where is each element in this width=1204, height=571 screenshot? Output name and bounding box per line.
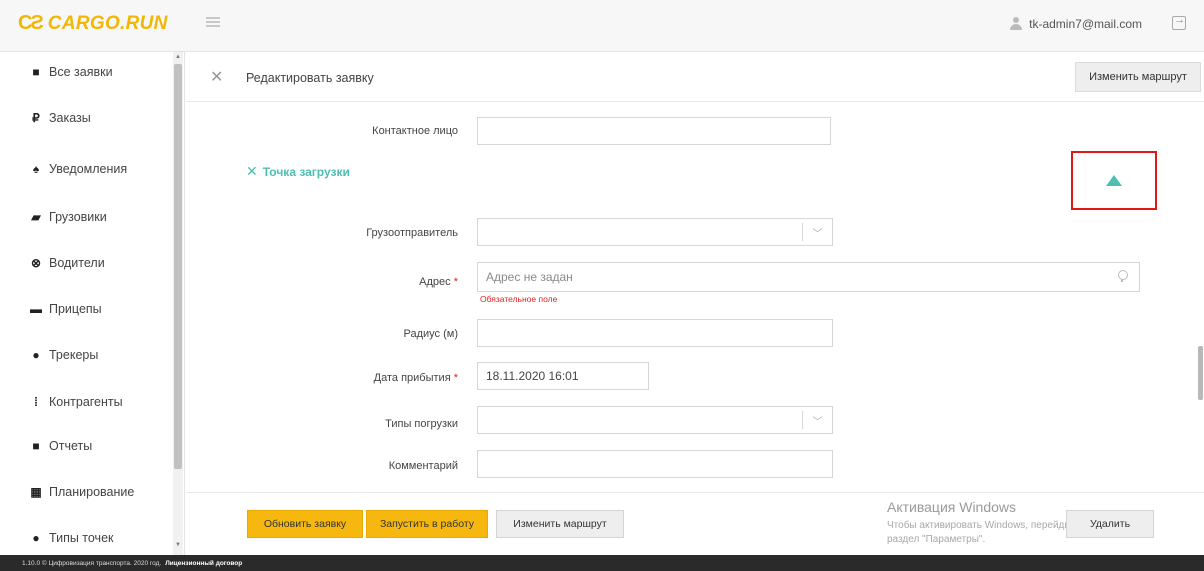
top-header: CƧ CARGO.RUN tk-admin7@mail.com — [0, 0, 1204, 52]
sidebar-item-drivers[interactable]: ⊗ Водители — [28, 253, 105, 273]
map-pin-icon: ● — [32, 348, 40, 362]
shipper-select[interactable]: ﹀ — [477, 218, 833, 246]
sidebar-item-label: Планирование — [49, 485, 135, 499]
sidebar-item-contractors[interactable]: ⁞ Контрагенты — [28, 392, 123, 412]
sidebar-item-orders[interactable]: ₽ Заказы — [28, 108, 91, 128]
update-request-button[interactable]: Обновить заявку — [247, 510, 363, 538]
edit-header: ✕ Редактировать заявку Изменить маршрут — [186, 52, 1204, 102]
steering-wheel-icon: ⊗ — [30, 256, 42, 270]
shipper-label: Грузоотправитель — [366, 227, 458, 239]
loading-types-label: Типы погрузки — [385, 418, 458, 430]
copyright-text: 1.10.0 © Цифровизация транспорта. 2020 г… — [22, 559, 162, 567]
contractors-icon: ⁞ — [34, 395, 38, 409]
requests-icon: ■ — [32, 65, 40, 79]
calendar-icon: ▦ — [30, 485, 42, 499]
sidebar-item-label: Контрагенты — [49, 395, 123, 409]
app-logo[interactable]: CƧ CARGO.RUN — [18, 12, 168, 35]
sidebar-item-label: Заказы — [49, 111, 91, 125]
address-label: Адрес * — [419, 276, 458, 288]
sidebar-item-label: Водители — [49, 256, 105, 270]
logout-icon[interactable] — [1172, 14, 1186, 30]
action-bar: Обновить заявку Запустить в работу Измен… — [186, 492, 1204, 555]
main-panel: ✕ Редактировать заявку Изменить маршрут … — [186, 52, 1204, 555]
sidebar-item-label: Типы точек — [49, 531, 114, 545]
logo-text: CARGO.RUN — [47, 12, 168, 34]
address-error-text: Обязательное поле — [480, 294, 558, 304]
sidebar-item-label: Трекеры — [49, 348, 99, 362]
sidebar-item-point-types[interactable]: ● Типы точек — [28, 528, 114, 548]
map-pin-icon: ● — [32, 531, 40, 545]
loading-types-select[interactable]: ﹀ — [477, 406, 833, 434]
report-icon: ■ — [32, 439, 40, 453]
triangle-up-icon — [1106, 175, 1122, 186]
scroll-up-arrow-icon[interactable]: ▲ — [175, 54, 181, 60]
arrival-date-field[interactable]: 18.11.2020 16:01 — [477, 362, 649, 390]
chevron-down-icon: ﹀ — [802, 223, 832, 241]
close-icon[interactable]: ✕ — [210, 67, 223, 87]
bell-icon: ♠ — [32, 162, 40, 176]
close-section-icon: ✕ — [246, 163, 258, 179]
page-title: Редактировать заявку — [246, 71, 374, 85]
radius-label: Радиус (м) — [403, 328, 458, 340]
comment-label: Комментарий — [388, 460, 458, 472]
scroll-down-arrow-icon[interactable]: ▼ — [175, 542, 181, 548]
sidebar-item-trailers[interactable]: ▬ Прицепы — [28, 299, 102, 319]
sidebar-item-notifications[interactable]: ♠ Уведомления — [28, 159, 127, 179]
change-route-top-button[interactable]: Изменить маршрут — [1075, 62, 1201, 92]
location-pin-icon[interactable] — [1117, 270, 1128, 282]
sidebar-item-label: Грузовики — [49, 210, 107, 224]
change-route-button[interactable]: Изменить маршрут — [496, 510, 624, 538]
loading-point-section-toggle[interactable]: ✕ Точка загрузки — [246, 163, 350, 180]
footer-status-bar: 1.10.0 © Цифровизация транспорта. 2020 г… — [0, 555, 1204, 571]
user-icon — [1009, 17, 1023, 31]
sidebar-scrollbar-thumb[interactable] — [174, 64, 182, 469]
comment-field[interactable] — [477, 450, 833, 478]
sidebar-item-label: Прицепы — [49, 302, 102, 316]
sidebar-item-trackers[interactable]: ● Трекеры — [28, 345, 98, 365]
arrival-label: Дата прибытия * — [373, 372, 458, 384]
ruble-icon: ₽ — [32, 111, 40, 125]
collapse-section-button[interactable] — [1071, 151, 1157, 210]
trailer-icon: ▬ — [30, 302, 42, 316]
sidebar-item-label: Отчеты — [49, 439, 93, 453]
sidebar-item-label: Все заявки — [49, 65, 113, 79]
radius-field[interactable] — [477, 319, 833, 347]
main-scrollbar-thumb[interactable] — [1198, 346, 1203, 400]
sidebar-item-planning[interactable]: ▦ Планирование — [28, 482, 134, 502]
section-title: Точка загрузки — [262, 164, 350, 179]
sidebar-item-label: Уведомления — [49, 162, 128, 176]
user-menu[interactable]: tk-admin7@mail.com — [1009, 17, 1142, 31]
address-field[interactable]: Адрес не задан — [477, 262, 1140, 292]
address-placeholder: Адрес не задан — [486, 270, 573, 284]
sidebar-item-reports[interactable]: ■ Отчеты — [28, 436, 92, 456]
user-email: tk-admin7@mail.com — [1029, 17, 1142, 31]
contact-label: Контактное лицо — [372, 125, 458, 137]
delete-button[interactable]: Удалить — [1066, 510, 1154, 538]
start-work-button[interactable]: Запустить в работу — [366, 510, 488, 538]
logo-icon: CƧ — [18, 12, 44, 34]
windows-activation-title: Активация Windows — [887, 499, 1017, 515]
chevron-down-icon: ﹀ — [802, 411, 832, 429]
sidebar: ■ Все заявки ₽ Заказы ♠ Уведомления ▰ Гр… — [0, 52, 185, 555]
contact-field[interactable] — [477, 117, 831, 145]
sidebar-item-all-requests[interactable]: ■ Все заявки — [28, 62, 113, 82]
license-link[interactable]: Лицензионный договор — [165, 560, 242, 567]
sidebar-item-trucks[interactable]: ▰ Грузовики — [28, 207, 107, 227]
truck-icon: ▰ — [31, 210, 41, 224]
menu-icon[interactable] — [206, 17, 220, 27]
